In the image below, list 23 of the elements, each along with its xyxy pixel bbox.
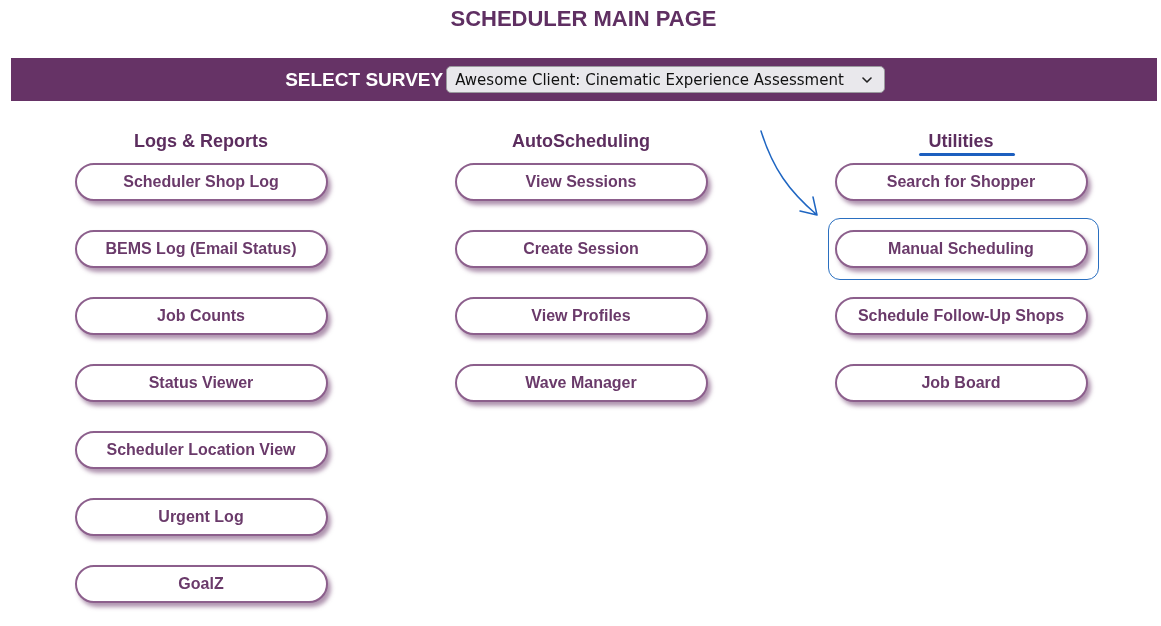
section-heading: AutoScheduling: [512, 130, 650, 153]
menu-button[interactable]: Status Viewer: [74, 364, 328, 402]
section-heading: Utilities: [928, 130, 994, 153]
menu-button[interactable]: BEMS Log (Email Status): [74, 230, 328, 268]
menu-button[interactable]: Manual Scheduling: [834, 230, 1088, 268]
chevron-down-icon: [861, 76, 872, 83]
menu-button[interactable]: Scheduler Location View: [74, 431, 328, 469]
menu-button[interactable]: Search for Shopper: [834, 163, 1088, 201]
menu-button[interactable]: View Profiles: [454, 297, 708, 335]
menu-button[interactable]: Scheduler Shop Log: [74, 163, 328, 201]
page-title: SCHEDULER MAIN PAGE: [450, 5, 717, 33]
menu-button[interactable]: Urgent Log: [74, 498, 328, 536]
menu-button[interactable]: View Sessions: [454, 163, 708, 201]
arrow-icon: [758, 129, 821, 219]
section-heading: Logs & Reports: [134, 130, 268, 153]
menu-button[interactable]: Schedule Follow-Up Shops: [834, 297, 1088, 335]
menu-button[interactable]: GoalZ: [74, 565, 328, 603]
select-survey-label: SELECT SURVEY: [285, 68, 444, 91]
survey-dropdown[interactable]: Awesome Client: Cinematic Experience Assessment: [446, 66, 885, 93]
menu-button[interactable]: Create Session: [454, 230, 708, 268]
menu-button[interactable]: Job Board: [834, 364, 1088, 402]
menu-button[interactable]: Job Counts: [74, 297, 328, 335]
menu-button[interactable]: Wave Manager: [454, 364, 708, 402]
